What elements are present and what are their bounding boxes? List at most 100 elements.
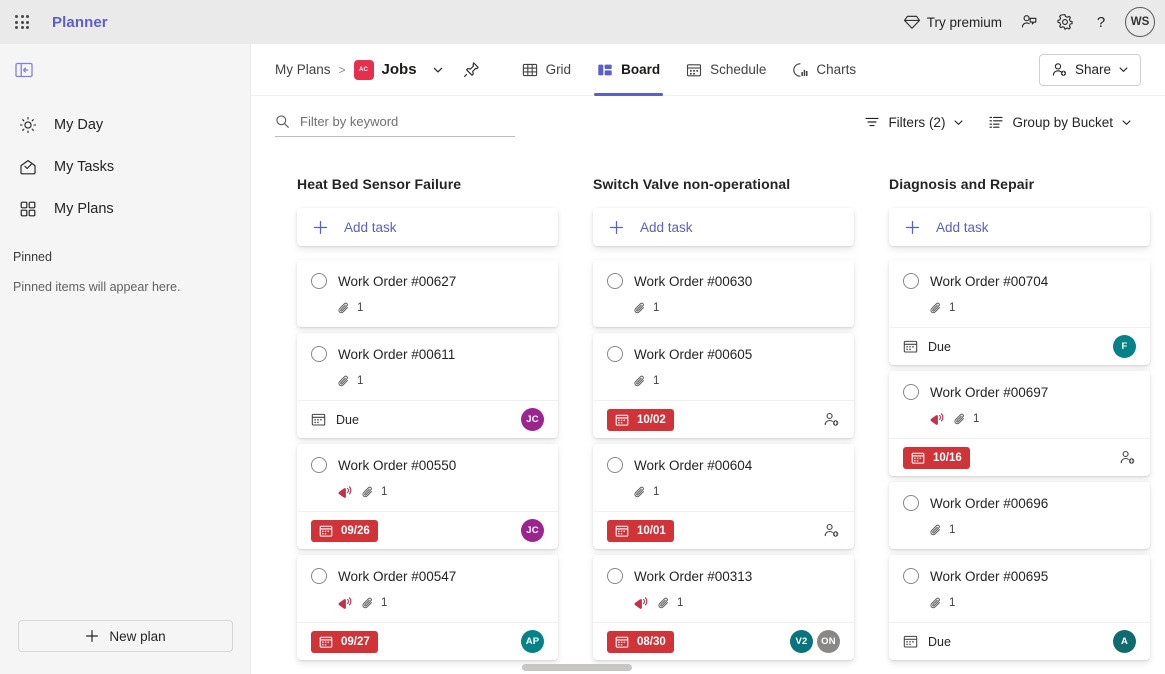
card-title-row: Work Order #00704 [903,273,1134,289]
task-complete-checkbox[interactable] [903,384,919,400]
task-card[interactable]: Work Order #00604 1 10/01 [593,444,854,549]
task-complete-checkbox[interactable] [903,568,919,584]
tab-schedule[interactable]: Schedule [675,44,777,96]
card-title-row: Work Order #00696 [903,495,1134,511]
attachment-count: 1 [381,597,388,609]
help-button[interactable]: ? [1083,6,1119,38]
task-complete-checkbox[interactable] [311,568,327,584]
attachment-icon [929,301,943,315]
add-task-button[interactable]: Add task [297,208,558,246]
app-brand-title[interactable]: Planner [52,14,108,31]
overdue-date-badge[interactable]: 09/27 [311,630,378,653]
settings-button[interactable] [1047,6,1083,38]
avatar[interactable]: JC [521,519,544,542]
calendar-icon [686,62,702,78]
group-by-button[interactable]: Group by Bucket [979,107,1141,137]
task-complete-checkbox[interactable] [311,273,327,289]
task-card[interactable]: Work Order #00550 1 09/26 JC [297,444,558,549]
card-title-row: Work Order #00547 [311,568,542,584]
task-complete-checkbox[interactable] [903,273,919,289]
avatar[interactable]: V2 [790,630,813,653]
due-date-placeholder[interactable]: Due [903,339,951,354]
group-list-icon [988,114,1004,130]
task-complete-checkbox[interactable] [607,457,623,473]
breadcrumb-separator: > [338,62,346,77]
assign-person-icon[interactable] [1119,449,1136,466]
task-complete-checkbox[interactable] [311,457,327,473]
overdue-date-badge[interactable]: 08/30 [607,630,674,653]
avatar[interactable]: JC [521,408,544,431]
task-card[interactable]: Work Order #00627 1 [297,260,558,327]
breadcrumb-my-plans[interactable]: My Plans [275,62,331,77]
task-complete-checkbox[interactable] [607,346,623,362]
tab-grid[interactable]: Grid [511,44,583,96]
card-meta-row: 1 [337,595,542,611]
plan-menu-chevron-down-icon[interactable] [425,57,451,83]
scrollbar-thumb[interactable] [522,664,632,671]
task-complete-checkbox[interactable] [903,495,919,511]
collapse-sidebar-button[interactable] [8,56,40,84]
horizontal-scrollbar[interactable] [502,662,1165,674]
task-card[interactable]: Work Order #00697 1 10/16 [889,371,1150,476]
task-complete-checkbox[interactable] [607,273,623,289]
tab-charts[interactable]: Charts [781,44,867,96]
task-card[interactable]: Work Order #00630 1 [593,260,854,327]
try-premium-button[interactable]: Try premium [895,6,1011,38]
attachment-count: 1 [653,375,660,387]
app-launcher-icon[interactable] [0,0,44,44]
sidebar-item-my-plans[interactable]: My Plans [8,190,242,228]
attachment-icon [657,596,671,610]
add-task-button[interactable]: Add task [889,208,1150,246]
overdue-date-badge[interactable]: 10/02 [607,408,674,431]
share-button[interactable]: Share [1038,53,1141,86]
assignee-avatars: V2 ON [790,630,840,653]
due-date-placeholder[interactable]: Due [903,634,951,649]
filters-button[interactable]: Filters (2) [855,107,973,137]
task-complete-checkbox[interactable] [311,346,327,362]
card-title-row: Work Order #00627 [311,273,542,289]
sidebar-item-label: My Tasks [54,159,115,175]
search-input[interactable] [300,114,500,129]
attachment-icon [929,596,943,610]
add-task-label: Add task [640,219,693,235]
task-complete-checkbox[interactable] [607,568,623,584]
assign-person-icon[interactable] [823,522,840,539]
attachment-icon [361,485,375,499]
tab-board[interactable]: Board [586,44,671,96]
sidebar-item-my-day[interactable]: My Day [8,106,242,144]
due-label: Due [928,634,951,649]
view-tabs: Grid Board Schedule Charts [511,44,868,96]
overdue-date-badge[interactable]: 09/26 [311,519,378,542]
avatar[interactable]: AP [521,630,544,653]
share-label: Share [1074,62,1111,77]
task-card[interactable]: Work Order #00696 1 [889,482,1150,549]
page-title[interactable]: Jobs [382,61,417,78]
feedback-button[interactable] [1011,6,1047,38]
add-task-button[interactable]: Add task [593,208,854,246]
calendar-icon [311,412,326,427]
user-avatar[interactable]: WS [1125,7,1155,37]
breadcrumb: My Plans > AC Jobs [275,57,485,83]
task-card[interactable]: Work Order #00313 1 08/30 V2 ON [593,555,854,660]
overdue-date-badge[interactable]: 10/01 [607,519,674,542]
task-card[interactable]: Work Order #00605 1 10/02 [593,333,854,438]
assign-person-icon[interactable] [823,411,840,428]
task-card[interactable]: Work Order #00611 1 Due JC [297,333,558,438]
attachment-count: 1 [357,375,364,387]
new-plan-button[interactable]: New plan [18,620,233,652]
card-title-row: Work Order #00630 [607,273,838,289]
due-date-placeholder[interactable]: Due [311,412,359,427]
bucket-title: Diagnosis and Repair [889,176,1035,192]
card-meta-row: 1 [337,373,542,389]
filter-actions: Filters (2) Group by Bucket [855,107,1141,137]
task-card[interactable]: Work Order #00547 1 09/27 AP [297,555,558,660]
pin-icon[interactable] [459,57,485,83]
avatar[interactable]: ON [817,630,840,653]
sidebar-item-my-tasks[interactable]: My Tasks [8,148,242,186]
task-card[interactable]: Work Order #00704 1 Due F [889,260,1150,365]
overdue-date-badge[interactable]: 10/16 [903,446,970,469]
calendar-icon [615,413,629,427]
avatar[interactable]: F [1113,335,1136,358]
avatar[interactable]: A [1113,630,1136,653]
task-card[interactable]: Work Order #00695 1 Due A [889,555,1150,660]
